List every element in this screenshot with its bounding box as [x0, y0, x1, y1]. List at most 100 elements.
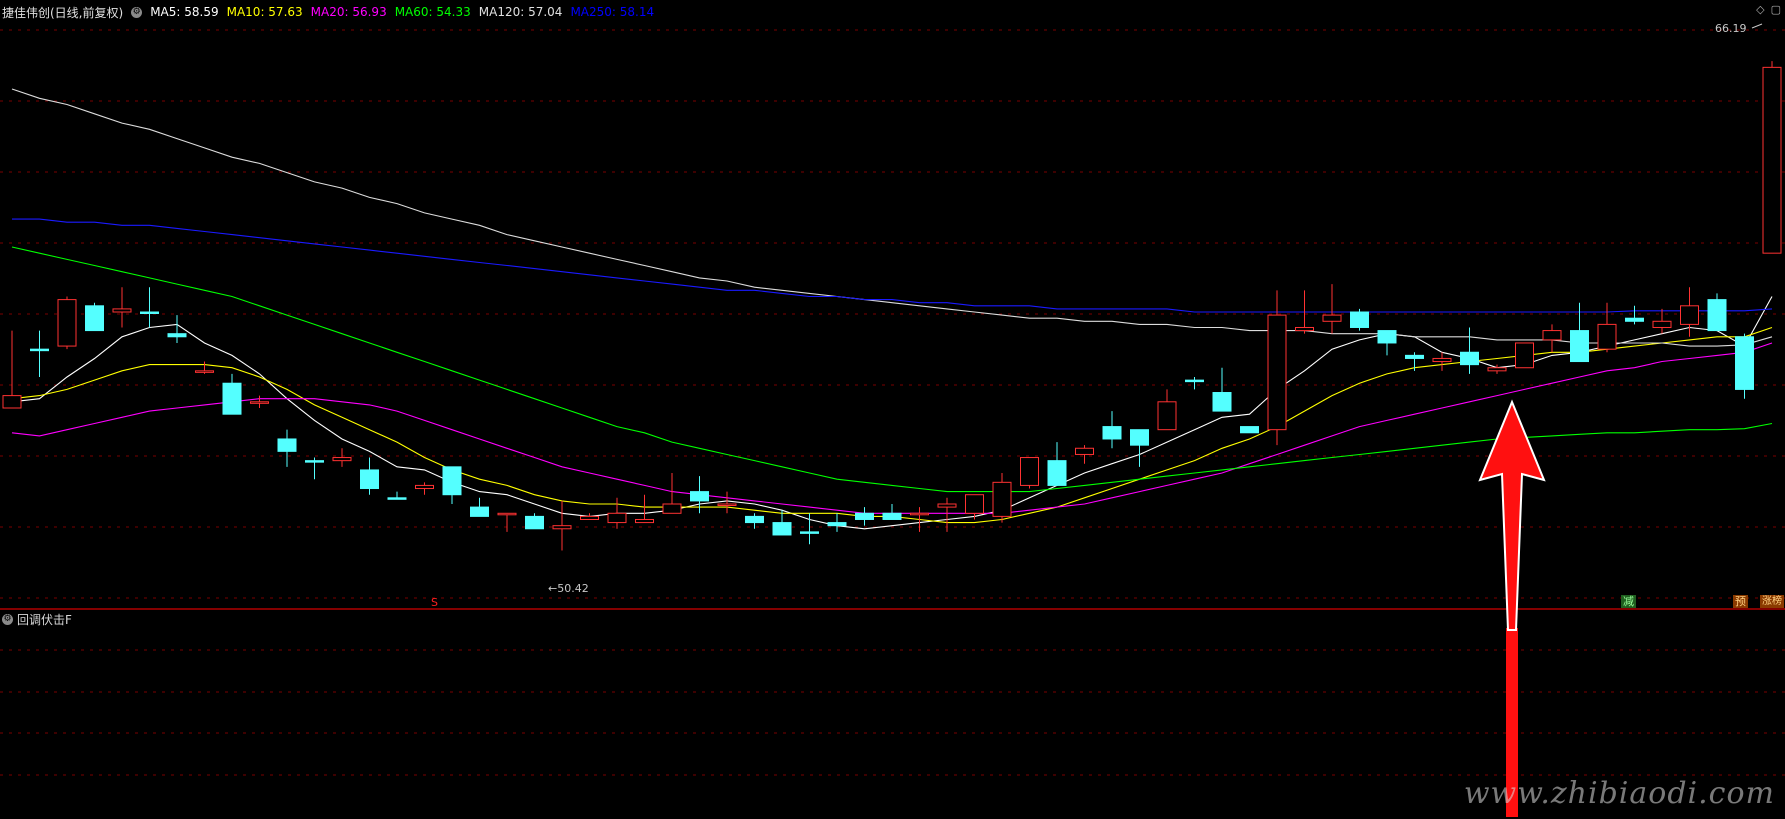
stock-title[interactable]: 捷佳伟创(日线,前复权) — [2, 4, 123, 21]
candle-body — [1487, 367, 1507, 372]
candle-body — [1625, 317, 1644, 322]
candle — [662, 473, 682, 514]
candle-body — [1185, 379, 1204, 383]
candle-body — [992, 481, 1012, 517]
candle-body — [1680, 305, 1699, 325]
candle — [1652, 308, 1672, 334]
candle — [1735, 333, 1754, 399]
candle — [1542, 324, 1562, 353]
candle — [415, 482, 434, 495]
window-icon[interactable]: ▢ — [1771, 3, 1781, 16]
candle-body — [580, 515, 599, 520]
candle — [497, 512, 517, 532]
candle — [1625, 305, 1644, 325]
candle-body — [360, 469, 379, 490]
candle-body — [910, 512, 929, 516]
candle-body — [1460, 351, 1479, 366]
candle-body — [1240, 426, 1259, 434]
ma-legend-item: MA10: 57.63 — [226, 5, 303, 19]
candle-body — [1377, 330, 1397, 344]
candle-body — [635, 518, 654, 524]
ma-line-ma120 — [11, 88, 1773, 347]
candle — [992, 473, 1012, 523]
candle-body — [1405, 354, 1424, 359]
ma-legend-item: MA20: 56.93 — [310, 5, 387, 19]
candle — [745, 513, 764, 529]
top-right-controls: ◇ ▢ — [1756, 3, 1781, 16]
high-marker-line — [1751, 23, 1763, 29]
candle-body — [1047, 460, 1067, 486]
ma-line-ma250 — [12, 218, 1773, 313]
signal-arrow — [1478, 399, 1546, 631]
candle — [1157, 389, 1177, 431]
candle — [580, 513, 599, 520]
candle-body — [1762, 66, 1782, 254]
candle-body — [1295, 326, 1314, 332]
candle-body — [800, 531, 819, 534]
ma-legend-item: MA120: 57.04 — [478, 5, 563, 19]
candle-body — [1212, 392, 1232, 412]
settings-circle-icon[interactable]: ⚙ — [131, 6, 143, 18]
candle-body — [57, 299, 77, 347]
candle — [1515, 342, 1534, 369]
candle-body — [387, 497, 407, 500]
candle — [1102, 411, 1122, 449]
candle-body — [167, 333, 187, 338]
candle-body — [937, 503, 957, 508]
candle-body — [965, 494, 984, 514]
candle — [937, 497, 957, 532]
up-arrow-icon — [1478, 399, 1546, 631]
candle — [195, 361, 214, 374]
candle — [1047, 442, 1067, 486]
sell-signal-marker: S — [431, 596, 438, 609]
candle — [635, 494, 654, 524]
candle — [690, 476, 709, 514]
candle — [222, 373, 242, 415]
candle — [1240, 426, 1259, 434]
candle-body — [882, 512, 902, 520]
diamond-icon[interactable]: ◇ — [1756, 3, 1764, 16]
candle — [387, 491, 407, 500]
candle-body — [1157, 401, 1177, 431]
sub-indicator-header: ⚙ 回调伏击F — [0, 611, 72, 627]
kline-chart[interactable]: 66.19 ←50.42 S — [0, 0, 1785, 819]
candle-body — [855, 512, 874, 520]
candle — [1597, 302, 1617, 353]
candle-body — [250, 401, 269, 404]
candle-body — [1432, 357, 1452, 363]
candle-body — [1322, 314, 1342, 322]
candle — [2, 330, 22, 409]
indicator-toggle-icon[interactable]: ⚙ — [2, 613, 13, 625]
candle-body — [1267, 314, 1287, 431]
candle-body — [1020, 457, 1039, 486]
candle-body — [85, 305, 104, 332]
candle — [112, 287, 132, 328]
candle — [1460, 327, 1479, 374]
badge-rise-list: 涨榜 — [1760, 595, 1784, 608]
candle-body — [827, 522, 847, 527]
candle — [1707, 293, 1727, 332]
candle — [525, 513, 544, 530]
candle — [332, 448, 352, 467]
ma-legend: MA5: 58.59 MA10: 57.63 MA20: 56.93 MA60: 54… — [150, 5, 654, 19]
candle-body — [1597, 323, 1617, 350]
candle-body — [772, 522, 792, 536]
candle — [1762, 61, 1782, 254]
candle-body — [497, 512, 517, 516]
candle-body — [1102, 426, 1122, 440]
candle-body — [552, 525, 572, 530]
candle-body — [1707, 299, 1727, 332]
candle-body — [662, 503, 682, 514]
sub-indicator-label[interactable]: 回调伏击F — [17, 611, 72, 628]
candle — [772, 510, 792, 536]
high-price-label: 66.19 — [1715, 22, 1747, 35]
candle-body — [1130, 429, 1149, 446]
candle-body — [195, 370, 214, 373]
candle — [250, 395, 269, 408]
candle — [1350, 308, 1369, 331]
candle-body — [1515, 342, 1534, 369]
candle — [855, 507, 874, 526]
ma-legend-item: MA5: 58.59 — [150, 5, 219, 19]
candle — [1020, 457, 1039, 489]
candle-body — [112, 308, 132, 313]
